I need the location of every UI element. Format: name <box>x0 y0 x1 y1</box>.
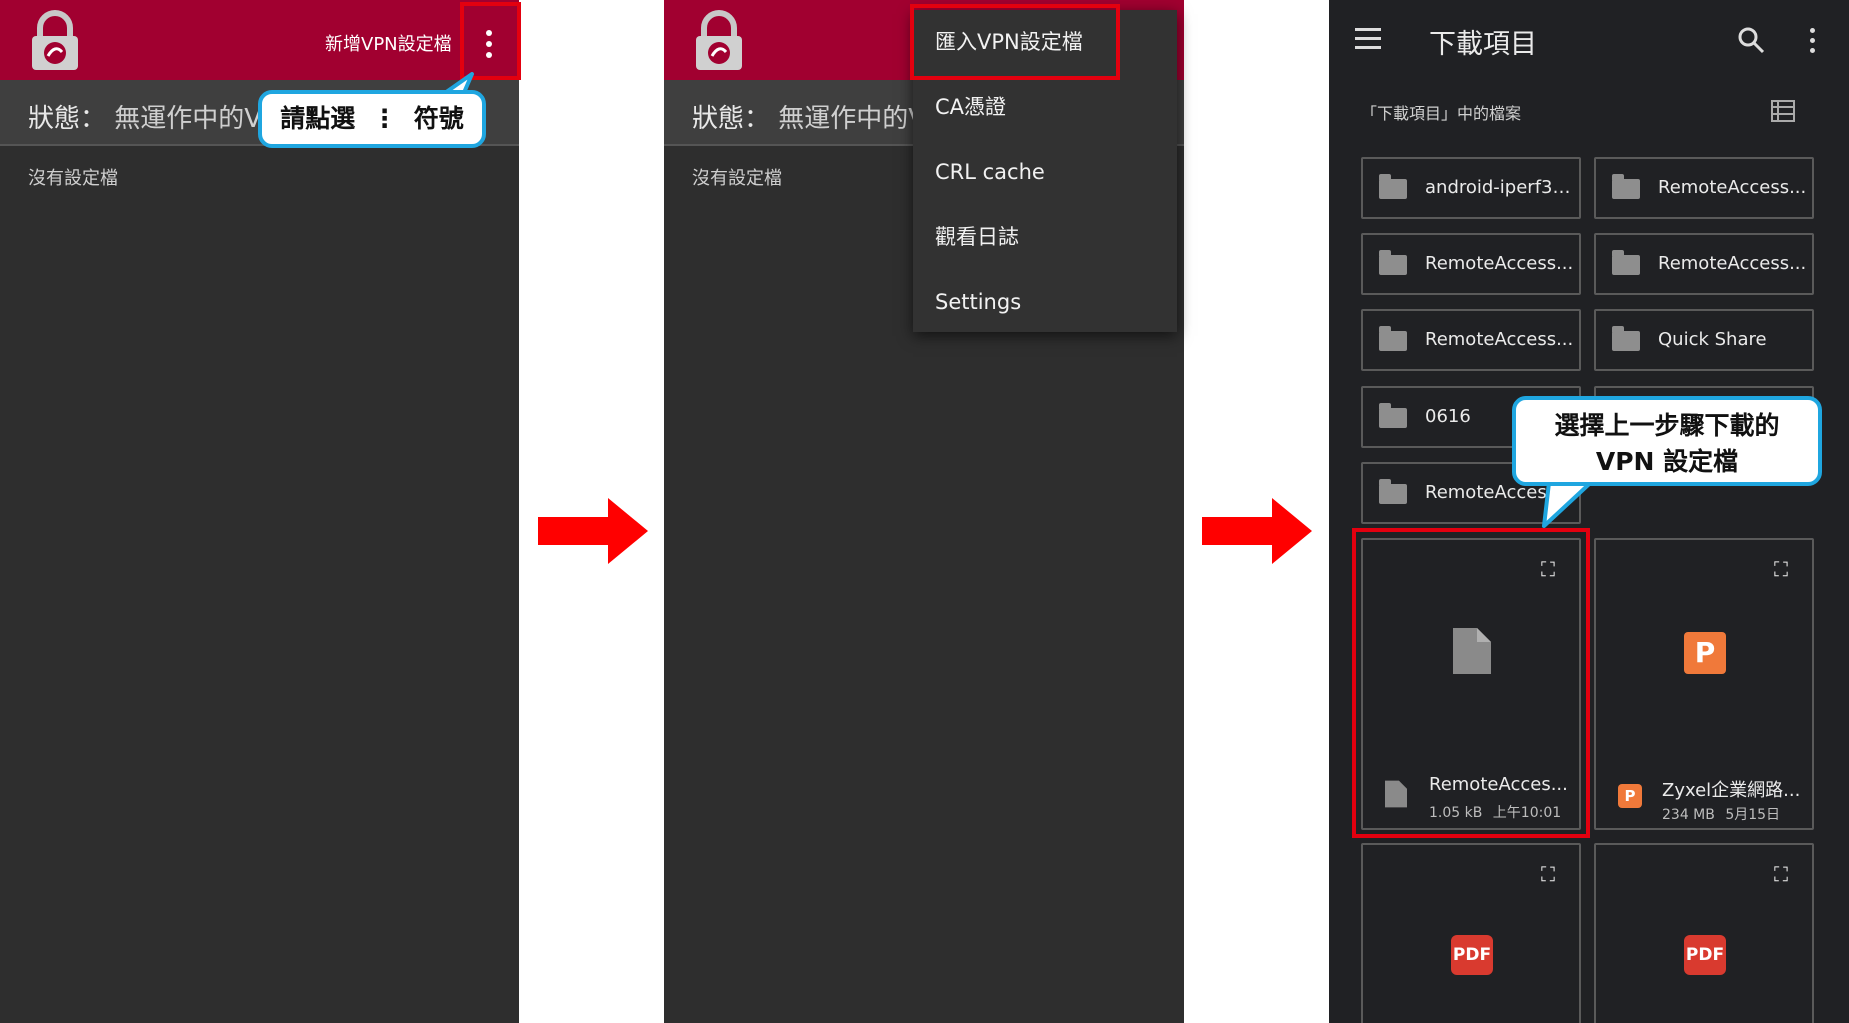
app-bar: 新增VPN設定檔 <box>0 0 519 80</box>
file-meta: 234 MB 5月15日 <box>1662 804 1780 824</box>
expand-icon[interactable]: ⛶ <box>1768 556 1794 582</box>
hamburger-menu-icon[interactable] <box>1355 28 1381 49</box>
tap-menu-callout: 請點選 ⋮ 符號 <box>258 90 486 148</box>
import-item-highlight <box>910 4 1120 80</box>
file-card-pdf[interactable]: ⛶ PDF <box>1594 843 1814 1023</box>
step-arrow-icon <box>538 498 648 564</box>
folder-item[interactable]: RemoteAccess... <box>1594 157 1814 219</box>
status-label: 狀態： <box>28 104 107 134</box>
menu-item-view-log[interactable]: 觀看日誌 <box>913 205 1177 270</box>
folder-icon <box>1612 250 1640 275</box>
menu-item-crl-cache[interactable]: CRL cache <box>913 140 1177 205</box>
select-file-callout: 選擇上一步驟下載的 VPN 設定檔 <box>1512 396 1822 486</box>
callout-kebab-symbol: ⋮ <box>372 104 397 133</box>
callout-line-2: VPN 設定檔 <box>1595 447 1739 476</box>
folder-icon <box>1612 174 1640 199</box>
folder-name: RemoteAccess... <box>1658 177 1807 198</box>
folder-item[interactable]: RemoteAccess... <box>1361 309 1581 371</box>
section-heading: 「下載項目」中的檔案 <box>1361 104 1522 123</box>
overflow-menu-highlight <box>460 2 521 80</box>
powerpoint-small-icon: P <box>1618 784 1642 808</box>
list-view-icon[interactable] <box>1771 100 1795 122</box>
folder-icon <box>1379 479 1407 504</box>
add-profile-button[interactable]: 新增VPN設定檔 <box>325 30 452 56</box>
selected-file-highlight <box>1352 528 1590 838</box>
callout-text-left: 請點選 <box>280 104 356 133</box>
folder-icon <box>1612 326 1640 351</box>
folder-name: RemoteAccess... <box>1658 253 1807 274</box>
folder-name: android-iperf3-... <box>1425 177 1575 198</box>
openvpn-lock-icon <box>696 10 742 70</box>
status-value: 無運作中的V <box>114 104 263 134</box>
folder-name: 0616 <box>1425 406 1471 427</box>
file-card-pdf[interactable]: ⛶ PDF <box>1361 843 1581 1023</box>
folder-item[interactable]: android-iperf3-... <box>1361 157 1581 219</box>
file-card-presentation[interactable]: ⛶ P P Zyxel企業網路... 234 MB 5月15日 <box>1594 538 1814 830</box>
folder-name: RemoteAccess... <box>1425 329 1574 350</box>
status-value: 無運作中的V <box>778 104 927 134</box>
status-label: 狀態： <box>692 104 771 134</box>
openvpn-lock-icon <box>32 10 78 70</box>
folder-icon <box>1379 403 1407 428</box>
folder-item[interactable]: RemoteAccess... <box>1361 233 1581 295</box>
status-text: 狀態： 無運作中的V <box>692 98 926 135</box>
folder-name: RemoteAccess... <box>1425 253 1574 274</box>
more-options-icon[interactable] <box>1810 28 1816 58</box>
pdf-icon: PDF <box>1451 935 1493 975</box>
no-profile-text: 沒有設定檔 <box>692 168 782 189</box>
file-time: 5月15日 <box>1725 807 1781 823</box>
page-title: 下載項目 <box>1429 29 1537 60</box>
folder-icon <box>1379 326 1407 351</box>
folder-name: Quick Share <box>1658 329 1767 350</box>
file-size: 234 MB <box>1662 807 1715 823</box>
menu-item-ca-certificate[interactable]: CA憑證 <box>913 75 1177 140</box>
app-panel-initial: 新增VPN設定檔 狀態： 無運作中的V 沒有設定檔 <box>0 0 519 1023</box>
powerpoint-icon: P <box>1684 632 1726 674</box>
status-text: 狀態： 無運作中的V <box>28 98 262 135</box>
folder-icon <box>1379 174 1407 199</box>
callout-line-1: 選擇上一步驟下載的 <box>1554 411 1780 440</box>
folder-icon <box>1379 250 1407 275</box>
menu-item-settings[interactable]: Settings <box>913 270 1177 335</box>
no-profile-text: 沒有設定檔 <box>28 168 118 189</box>
folder-item[interactable]: RemoteAccess... <box>1594 233 1814 295</box>
expand-icon[interactable]: ⛶ <box>1768 861 1794 887</box>
expand-icon[interactable]: ⛶ <box>1535 861 1561 887</box>
pdf-icon: PDF <box>1684 935 1726 975</box>
callout-text-right: 符號 <box>413 104 464 133</box>
file-name: Zyxel企業網路... <box>1662 780 1801 801</box>
step-arrow-icon <box>1202 498 1312 564</box>
folder-item[interactable]: Quick Share <box>1594 309 1814 371</box>
search-icon[interactable] <box>1737 26 1765 54</box>
